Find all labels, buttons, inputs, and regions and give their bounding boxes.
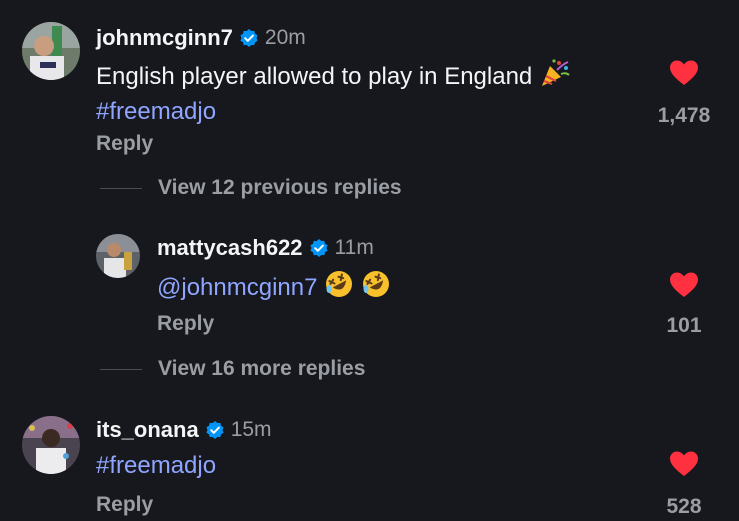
verified-badge-icon <box>205 420 225 440</box>
heart-icon[interactable] <box>669 271 699 299</box>
reply-button[interactable]: Reply <box>96 132 153 156</box>
timestamp: 20m <box>264 26 306 49</box>
avatar[interactable] <box>22 416 80 474</box>
hashtag-link[interactable]: #freemadjo <box>96 452 216 479</box>
reply-button[interactable]: Reply <box>96 493 153 517</box>
timestamp: 11m <box>334 236 374 259</box>
comment-mattycash622: mattycash622 11m @johnmcginn7 Reply 101 <box>0 220 739 350</box>
verified-badge-icon <box>239 28 259 48</box>
avatar[interactable] <box>22 22 80 80</box>
verified-badge-icon <box>309 238 329 258</box>
mention-link[interactable]: @johnmcginn7 <box>157 274 317 301</box>
comment-its-onana: its_onana 15m #freemadjo Reply 528 <box>0 400 739 521</box>
comment-body: #freemadjo <box>96 450 596 481</box>
avatar[interactable] <box>96 234 140 278</box>
view-previous-replies-label[interactable]: View 12 previous replies <box>158 176 402 200</box>
view-more-replies-label[interactable]: View 16 more replies <box>158 357 365 381</box>
rolling-laughing-emoji <box>324 269 354 307</box>
heart-icon[interactable] <box>669 59 699 87</box>
comment-johnmcginn7: johnmcginn7 20m English player allowed t… <box>0 0 739 170</box>
like-count: 101 <box>666 314 702 337</box>
like-count: 528 <box>666 495 702 518</box>
username[interactable]: its_onana <box>96 417 199 443</box>
thread-divider <box>100 187 142 189</box>
hashtag-link[interactable]: #freemadjo <box>96 98 216 125</box>
username[interactable]: mattycash622 <box>157 235 303 261</box>
comment-text: English player allowed to play in Englan… <box>96 63 533 90</box>
comment-body: English player allowed to play in Englan… <box>96 58 636 127</box>
view-more-replies[interactable]: View 16 more replies <box>100 357 365 381</box>
like-count: 1,478 <box>657 104 711 127</box>
username[interactable]: johnmcginn7 <box>96 25 233 51</box>
thread-divider <box>100 368 142 370</box>
reply-button[interactable]: Reply <box>157 312 214 336</box>
heart-icon[interactable] <box>669 450 699 478</box>
rolling-laughing-emoji <box>361 269 391 307</box>
party-popper-emoji <box>539 58 571 96</box>
comment-body: @johnmcginn7 <box>157 269 617 307</box>
timestamp: 15m <box>230 418 272 441</box>
view-previous-replies[interactable]: View 12 previous replies <box>100 176 402 200</box>
